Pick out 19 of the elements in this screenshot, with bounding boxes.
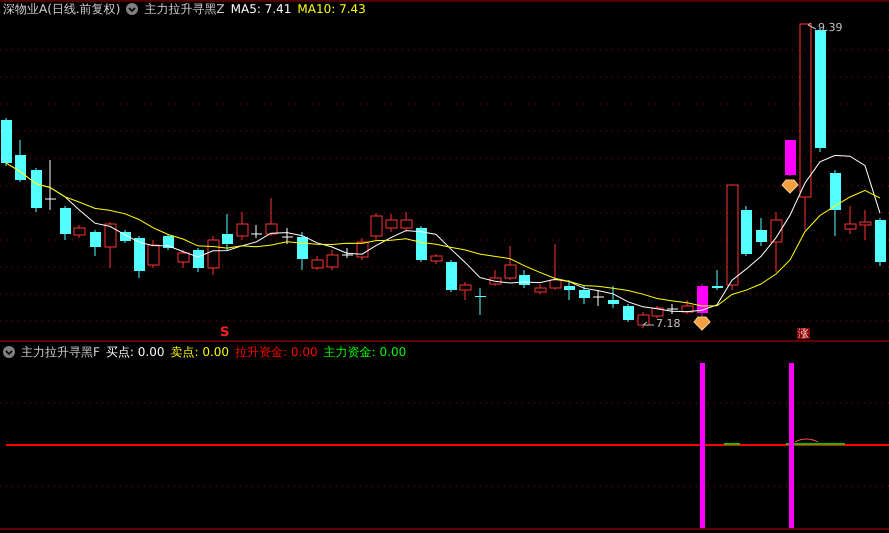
- diamond-icon: [693, 316, 711, 331]
- indicator-value: 拉升资金: 0.00: [235, 344, 318, 361]
- indicator-value: 买点: 0.00: [106, 344, 164, 361]
- moving-average-value: MA5: 7.41: [230, 1, 292, 18]
- indicator-value: 卖点: 0.00: [170, 344, 230, 361]
- signal-marker: 涨: [797, 328, 810, 339]
- arrow-icon: [808, 22, 816, 30]
- arrow-icon: [642, 322, 654, 326]
- stock-title: 深物业A(日线.前复权): [3, 1, 120, 18]
- signal-marker: S: [220, 326, 230, 339]
- high-price-label: 9.39: [818, 22, 842, 33]
- indicator-value: 主力资金: 0.00: [324, 344, 406, 361]
- moving-average-value: MA10: 7.43: [297, 1, 366, 18]
- indicator-name: 主力拉升寻黑Z: [144, 1, 225, 18]
- dropdown-icon[interactable]: [126, 3, 138, 15]
- low-price-label: 7.18: [656, 318, 680, 329]
- indicator-name: 主力拉升寻黑F: [21, 344, 100, 361]
- dropdown-icon[interactable]: [3, 346, 15, 358]
- diamond-icon: [781, 180, 799, 194]
